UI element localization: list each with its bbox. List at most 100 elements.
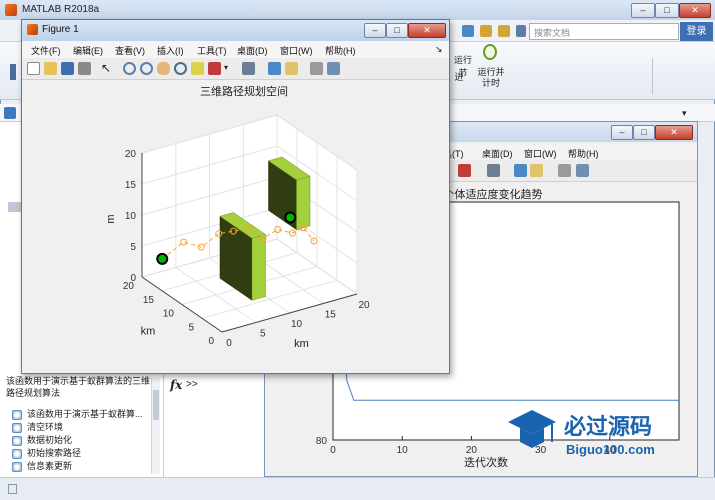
chart1-ztick-label: 5 [130,242,136,253]
chart1-ytick-label: 15 [143,295,155,306]
chart1-ytick-label: 0 [208,336,214,347]
figure1-minimize-button[interactable]: – [364,23,386,38]
zoom-out-icon[interactable] [140,62,153,75]
section-icon [12,448,22,459]
matlab-title: MATLAB R2018a [22,4,100,15]
chart1-xtick-label: 15 [325,310,337,321]
folder-list-scroll-marker [8,202,22,212]
save-figure-icon[interactable] [61,62,74,75]
main-close-button[interactable]: ✕ [679,3,711,18]
chart1-xtick-label: 5 [260,329,266,340]
file-sections-scrollbar[interactable] [151,378,160,474]
file-section-item[interactable]: 数据初始化 [12,434,154,447]
link-plot-icon[interactable] [242,62,255,75]
legend-icon[interactable] [285,62,298,75]
show-plot-tools-icon[interactable] [327,62,340,75]
menu-dock-icon[interactable]: ↘ [435,44,443,55]
chart2-xtick-label: 20 [466,445,478,456]
brush-icon[interactable] [208,62,221,75]
ribbon-advance-label[interactable]: 进 [452,70,466,83]
menu-insert[interactable]: 插入(I) [157,44,184,57]
menu-view[interactable]: 查看(V) [115,44,145,57]
menu-window[interactable]: 窗口(W) [280,44,313,57]
main-maximize-button[interactable]: □ [655,3,679,18]
chart1-zlabel: m [105,214,117,223]
figure1-title-bar: Figure 1 – □ ✕ [22,20,449,41]
main-minimize-button[interactable]: – [631,3,655,18]
file-section-item[interactable]: 清空环境 [12,421,154,434]
figure1-canvas: 三维路径规划空间 0 5 10 15 20 0 5 10 15 20 0 5 10 15 20 km km m [22,81,449,373]
login-button[interactable]: 登录 [680,22,713,41]
watermark-text: 必过源码 [564,414,652,439]
figure2-menu-desktop[interactable]: 桌面(D) [482,147,513,160]
back-arrow-icon[interactable] [4,107,16,119]
chart1-xtick-label: 20 [358,300,370,311]
hide-plot-tools-icon[interactable] [558,164,571,177]
hide-plot-tools-icon[interactable] [310,62,323,75]
command-window[interactable]: fx >> [164,370,268,477]
menu-file[interactable]: 文件(F) [31,44,61,57]
colorbar-icon[interactable] [514,164,527,177]
figure1-menu-bar: 文件(F) 编辑(E) 查看(V) 插入(I) 工具(T) 桌面(D) 窗口(W… [22,41,449,58]
scrollbar-thumb[interactable] [153,390,159,420]
file-section-item[interactable]: 信息素更新 [12,460,154,473]
figure1-window[interactable]: Figure 1 – □ ✕ 文件(F) 编辑(E) 查看(V) 插入(I) 工… [21,19,450,374]
status-icon [8,484,17,494]
section-icon [12,435,22,446]
figure2-menu-window[interactable]: 窗口(W) [524,147,557,160]
section-icon [12,422,22,433]
new-figure-icon[interactable] [27,62,40,75]
chart1-xlabel: km [294,338,309,350]
show-plot-tools-icon[interactable] [576,164,589,177]
new-script-icon[interactable] [10,64,16,80]
brush-icon[interactable] [458,164,471,177]
figure2-maximize-button[interactable]: □ [633,125,655,140]
menu-help[interactable]: 帮助(H) [325,44,356,57]
chart1-ytick-label: 10 [163,309,175,320]
chart2-ytick-label: 80 [316,436,328,447]
colorbar-icon[interactable] [268,62,281,75]
command-prompt: >> [186,379,198,390]
chart2-title: 个体适应度变化趋势 [444,187,543,201]
obstacle-side-face [251,234,266,301]
help-icon[interactable] [516,25,526,37]
chart1-xtick-label: 10 [291,319,303,330]
ribbon-divider [652,58,653,94]
chart1-ztick-label: 15 [125,180,137,191]
data-cursor-icon[interactable] [191,62,204,75]
section-icon [12,461,22,472]
figure2-close-button[interactable]: ✕ [655,125,693,140]
run-and-time-icon[interactable] [483,44,497,60]
chart1-ztick-label: 0 [130,273,136,284]
chart2-xtick-label: 10 [397,445,409,456]
redo-icon[interactable] [498,25,510,37]
figure2-menu-help[interactable]: 帮助(H) [568,147,599,160]
zoom-in-icon[interactable] [123,62,136,75]
rotate-3d-icon[interactable] [174,62,187,75]
brush-dropdown-icon[interactable]: ▾ [224,63,228,72]
file-section-item[interactable]: 初始搜索路径 [12,447,154,460]
menu-desktop[interactable]: 桌面(D) [237,44,268,57]
obstacle-side-face [296,175,311,231]
link-plot-icon[interactable] [487,164,500,177]
path-planning-3d-chart: 三维路径规划空间 051015200510152005101520kmkmm [105,84,370,350]
menu-edit[interactable]: 编辑(E) [73,44,103,57]
save-icon[interactable] [462,25,474,37]
run-and-time-button[interactable]: 运行并 计时 [474,67,508,89]
undo-icon[interactable] [480,25,492,37]
doc-search-input[interactable]: 搜索文档 [529,23,679,40]
pan-hand-icon[interactable] [157,62,170,75]
figure1-close-button[interactable]: ✕ [408,23,446,38]
print-icon[interactable] [78,62,91,75]
figure1-maximize-button[interactable]: □ [386,23,408,38]
chart1-ylabel: km [141,326,156,338]
path-dropdown-icon[interactable]: ▾ [682,108,687,119]
menu-tools[interactable]: 工具(T) [197,44,227,57]
chart1-ztick-label: 10 [125,211,137,222]
edit-plot-arrow-icon[interactable]: ↖ [101,62,114,75]
figure2-minimize-button[interactable]: – [611,125,633,140]
open-file-icon[interactable] [44,62,57,75]
end-point-marker [284,211,297,224]
file-section-item[interactable]: 该函数用于演示基于蚁群算... [12,408,154,421]
legend-icon[interactable] [530,164,543,177]
